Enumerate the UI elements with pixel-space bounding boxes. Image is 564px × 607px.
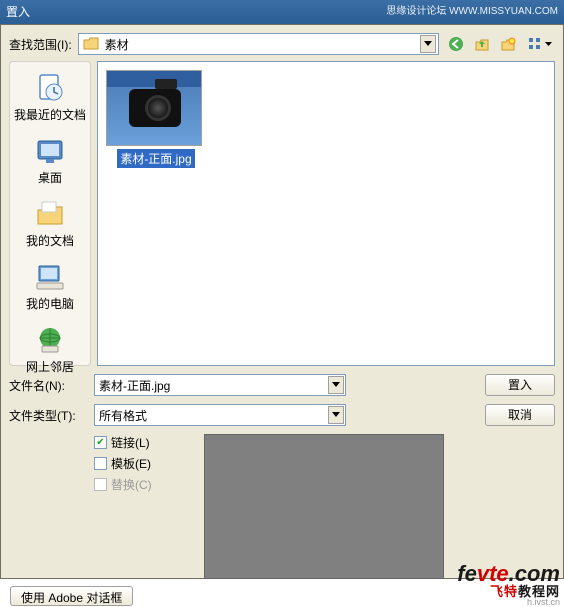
titlebar-watermark: 思缘设计论坛 WWW.MISSYUAN.COM xyxy=(386,0,558,24)
dialog-body: 查找范围(I): 素材 xyxy=(0,24,564,579)
lookin-label: 查找范围(I): xyxy=(9,36,72,53)
watermark-text: vte xyxy=(477,561,509,586)
sidebar-item-desktop[interactable]: 桌面 xyxy=(10,131,90,190)
checkbox-label: 替换(C) xyxy=(111,476,152,493)
site-watermark: fevte.com 飞特教程网 h.ivst.cn xyxy=(457,563,560,607)
watermark-text: fe xyxy=(457,561,477,586)
filetype-label: 文件类型(T): xyxy=(9,407,84,424)
thumbnail-filename: 素材-正面.jpg xyxy=(117,149,194,168)
lookin-value: 素材 xyxy=(105,36,129,53)
checkbox-checked-icon: ✔ xyxy=(94,436,107,449)
folder-icon xyxy=(83,37,99,51)
filename-row: 文件名(N): 素材-正面.jpg 置入 xyxy=(9,374,555,396)
thumbnail-image xyxy=(106,70,202,146)
recent-documents-icon xyxy=(34,72,66,104)
lookin-row: 查找范围(I): 素材 xyxy=(9,33,555,55)
preview-pane xyxy=(204,434,444,579)
sidebar-item-recent[interactable]: 我最近的文档 xyxy=(10,68,90,127)
chevron-down-icon[interactable] xyxy=(328,376,344,394)
my-documents-icon xyxy=(34,198,66,230)
network-places-icon xyxy=(34,324,66,356)
watermark-text: .com xyxy=(509,561,560,586)
options-area: ✔ 链接(L) 模板(E) 替换(C) xyxy=(9,434,555,579)
file-list-pane[interactable]: 素材-正面.jpg xyxy=(97,61,555,366)
filetype-value: 所有格式 xyxy=(99,407,147,424)
new-folder-button[interactable] xyxy=(497,33,519,55)
file-thumbnail[interactable]: 素材-正面.jpg xyxy=(106,70,206,168)
desktop-icon xyxy=(34,135,66,167)
checkbox-column: ✔ 链接(L) 模板(E) 替换(C) xyxy=(94,434,184,579)
my-computer-icon xyxy=(34,261,66,293)
checkbox-disabled-icon xyxy=(94,478,107,491)
sidebar-item-label: 网上邻居 xyxy=(26,358,74,375)
lookin-toolbar xyxy=(445,33,555,55)
checkbox-label: 模板(E) xyxy=(111,455,151,472)
places-sidebar: 我最近的文档 桌面 我的文档 我的电脑 网上邻居 xyxy=(9,61,91,366)
use-adobe-dialog-button[interactable]: 使用 Adobe 对话框 xyxy=(10,586,133,606)
sidebar-item-label: 我最近的文档 xyxy=(14,106,86,123)
checkbox-unchecked-icon xyxy=(94,457,107,470)
chevron-down-icon[interactable] xyxy=(420,35,436,53)
watermark-url: h.ivst.cn xyxy=(457,598,560,607)
cancel-button[interactable]: 取消 xyxy=(485,404,555,426)
sidebar-item-label: 桌面 xyxy=(38,169,62,186)
sidebar-item-label: 我的电脑 xyxy=(26,295,74,312)
back-button[interactable] xyxy=(445,33,467,55)
replace-checkbox: 替换(C) xyxy=(94,476,184,493)
lookin-combo[interactable]: 素材 xyxy=(78,33,439,55)
chevron-down-icon[interactable] xyxy=(328,406,344,424)
filetype-combo[interactable]: 所有格式 xyxy=(94,404,346,426)
link-checkbox[interactable]: ✔ 链接(L) xyxy=(94,434,184,451)
checkbox-label: 链接(L) xyxy=(111,434,150,451)
sidebar-item-mydocs[interactable]: 我的文档 xyxy=(10,194,90,253)
watermark-text: 飞特 xyxy=(490,584,518,599)
template-checkbox[interactable]: 模板(E) xyxy=(94,455,184,472)
filename-value: 素材-正面.jpg xyxy=(99,377,170,394)
sidebar-item-label: 我的文档 xyxy=(26,232,74,249)
sidebar-item-mycomputer[interactable]: 我的电脑 xyxy=(10,257,90,316)
place-button[interactable]: 置入 xyxy=(485,374,555,396)
sidebar-item-network[interactable]: 网上邻居 xyxy=(10,320,90,379)
view-menu-button[interactable] xyxy=(523,33,555,55)
titlebar: 置入 思缘设计论坛 WWW.MISSYUAN.COM xyxy=(0,0,564,24)
filename-label: 文件名(N): xyxy=(9,377,84,394)
filetype-row: 文件类型(T): 所有格式 取消 xyxy=(9,404,555,426)
up-one-level-button[interactable] xyxy=(471,33,493,55)
lower-panel: 文件名(N): 素材-正面.jpg 置入 文件类型(T): 所有格式 取消 ✔ … xyxy=(9,374,555,579)
window-title: 置入 xyxy=(6,0,30,24)
main-area: 我最近的文档 桌面 我的文档 我的电脑 网上邻居 xyxy=(9,61,555,366)
filename-input[interactable]: 素材-正面.jpg xyxy=(94,374,346,396)
